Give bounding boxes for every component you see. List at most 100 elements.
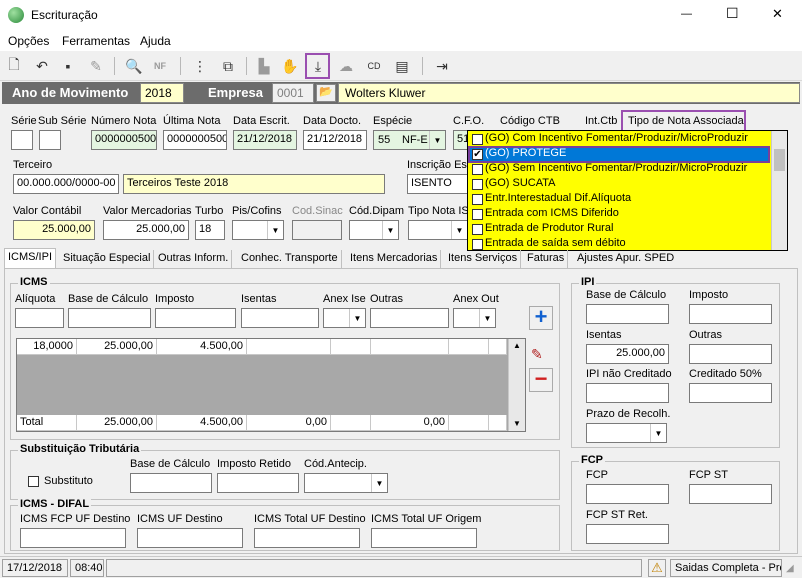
anex-out-combo[interactable]: ▼ <box>453 308 496 328</box>
inscricao-input[interactable]: ISENTO <box>407 174 469 194</box>
add-icon[interactable]: + <box>529 306 553 330</box>
st-base-input[interactable] <box>130 473 212 493</box>
cod-dipam-combo[interactable]: ▼ <box>349 220 399 240</box>
grid-scrollbar[interactable]: ▲ ▼ <box>508 339 525 431</box>
save-icon[interactable]: ▪ <box>58 56 78 76</box>
fcp-input[interactable] <box>586 484 669 504</box>
grid-cell[interactable] <box>449 339 489 355</box>
dropdown-scrollbar[interactable] <box>771 131 787 250</box>
menu-ferramentas[interactable]: Ferramentas <box>62 34 130 48</box>
empresa-code[interactable]: 0001 <box>272 83 314 103</box>
folder-icon[interactable]: 📂 <box>316 84 336 102</box>
especie-combo[interactable]: 55 NF-E ▼ <box>373 130 446 150</box>
scroll-up-icon[interactable]: ▲ <box>513 341 521 350</box>
tab-ajustes-apur-sped[interactable]: Ajustes Apur. SPED <box>574 250 677 268</box>
chevron-down-icon[interactable]: ▼ <box>479 309 495 327</box>
imposto-retido-input[interactable] <box>217 473 299 493</box>
isentas-input[interactable] <box>241 308 319 328</box>
pis-combo[interactable]: ▼ <box>232 220 284 240</box>
valor-contabil-input[interactable]: 25.000,00 <box>13 220 95 240</box>
cd-icon[interactable]: CD <box>364 56 384 76</box>
total-uf-destino-input[interactable] <box>254 528 360 548</box>
icms-grid[interactable]: 18,0000 25.000,00 4.500,00 Total 25.000,… <box>16 338 526 432</box>
turbo-input[interactable]: 18 <box>195 220 225 240</box>
resize-grip-icon[interactable]: ◢ <box>786 563 794 574</box>
tab-outras-inform[interactable]: Outras Inform. <box>155 250 233 268</box>
scroll-down-icon[interactable]: ▼ <box>513 419 521 428</box>
grid-cell[interactable]: 18,0000 <box>17 339 77 355</box>
ipi-creditado50-input[interactable] <box>689 383 772 403</box>
aliquota-input[interactable] <box>15 308 64 328</box>
tab-icms-ipi[interactable]: ICMS/IPI <box>4 248 57 268</box>
anex-ise-combo[interactable]: ▼ <box>323 308 366 328</box>
chevron-down-icon[interactable]: ▼ <box>451 221 467 239</box>
grid-cell[interactable] <box>489 339 507 355</box>
checkbox-icon[interactable] <box>472 224 483 235</box>
dropdown-item[interactable]: Entr.Interestadual Dif.Alíquota <box>469 192 769 207</box>
substituto-checkbox[interactable] <box>28 476 39 487</box>
chevron-down-icon[interactable]: ▼ <box>349 309 365 327</box>
new-icon[interactable]: 🗋 <box>4 56 24 76</box>
chevron-down-icon[interactable]: ▼ <box>650 424 666 442</box>
valor-merc-input[interactable]: 25.000,00 <box>103 220 189 240</box>
grid-cell[interactable] <box>371 339 449 355</box>
imposto-input[interactable] <box>155 308 236 328</box>
undo-icon[interactable]: ↶ <box>32 56 52 76</box>
menu-ajuda[interactable]: Ajuda <box>140 34 171 48</box>
preview-icon[interactable]: 🔍 <box>124 56 144 76</box>
data-escrit-input[interactable]: 21/12/2018 <box>233 130 297 150</box>
ano-field[interactable]: 2018 <box>140 83 184 103</box>
fcp-uf-input[interactable] <box>20 528 126 548</box>
checkbox-checked-icon[interactable]: ✔ <box>472 149 483 160</box>
serie-input[interactable] <box>11 130 33 150</box>
exit-icon[interactable]: ⇥ <box>432 56 452 76</box>
menu-opcoes[interactable]: Opções <box>8 34 49 48</box>
eraser-icon[interactable]: ✎ <box>86 56 106 76</box>
ipi-imposto-input[interactable] <box>689 304 772 324</box>
cursor-icon[interactable]: ✋ <box>280 56 300 76</box>
scrollbar-thumb[interactable] <box>774 149 785 171</box>
fcp-st-ret-input[interactable] <box>586 524 669 544</box>
dropdown-item[interactable]: (GO) Com Incentivo Fomentar/Produzir/Mic… <box>469 132 769 147</box>
dropdown-item[interactable]: (GO) SUCATA <box>469 177 769 192</box>
ipi-outras-input[interactable] <box>689 344 772 364</box>
dropdown-item-selected[interactable]: ✔ (GO) PROTEGE <box>468 146 770 163</box>
ipi-base-input[interactable] <box>586 304 669 324</box>
remove-icon[interactable]: − <box>529 368 553 392</box>
minimize-button[interactable]: — <box>681 8 692 20</box>
total-uf-origem-input[interactable] <box>371 528 477 548</box>
chevron-down-icon[interactable]: ▼ <box>371 474 387 492</box>
chevron-down-icon[interactable]: ▼ <box>267 221 283 239</box>
fcp-st-input[interactable] <box>689 484 772 504</box>
checkbox-icon[interactable] <box>472 134 483 145</box>
grid-cell[interactable]: 25.000,00 <box>77 339 157 355</box>
building-icon[interactable]: ▙ <box>254 56 274 76</box>
checkbox-icon[interactable] <box>472 179 483 190</box>
grid-cell[interactable]: 4.500,00 <box>157 339 247 355</box>
nfe-icon[interactable]: NF <box>150 56 170 76</box>
uf-destino-input[interactable] <box>137 528 243 548</box>
tipo-nota-is-combo[interactable]: ▼ <box>408 220 468 240</box>
checkbox-icon[interactable] <box>472 194 483 205</box>
base-input[interactable] <box>68 308 151 328</box>
tree-icon[interactable]: ⋮ <box>190 56 210 76</box>
subserie-input[interactable] <box>39 130 61 150</box>
grid-cell[interactable] <box>331 339 371 355</box>
tab-itens-mercadorias[interactable]: Itens Mercadorias <box>347 250 442 268</box>
maximize-button[interactable]: ☐ <box>726 5 739 22</box>
tab-faturas[interactable]: Faturas <box>524 250 569 268</box>
terceiro-doc-input[interactable]: 00.000.000/0000-00 <box>13 174 119 194</box>
dropdown-item[interactable]: Entrada de Produtor Rural <box>469 222 769 237</box>
close-button[interactable]: ✕ <box>772 6 783 22</box>
dropdown-item[interactable]: Entrada com ICMS Diferido <box>469 207 769 222</box>
checkbox-icon[interactable] <box>472 164 483 175</box>
cloud-icon[interactable]: ☁ <box>336 56 356 76</box>
cod-antecip-combo[interactable]: ▼ <box>304 473 388 493</box>
grid-cell[interactable] <box>247 339 331 355</box>
numero-nota-input[interactable]: 0000000500 <box>91 130 157 150</box>
ultima-nota-input[interactable]: 0000000500 <box>163 130 227 150</box>
tab-itens-servicos[interactable]: Itens Serviços <box>445 250 522 268</box>
checkbox-icon[interactable] <box>472 209 483 220</box>
prazo-combo[interactable]: ▼ <box>586 423 667 443</box>
outras-input[interactable] <box>370 308 449 328</box>
